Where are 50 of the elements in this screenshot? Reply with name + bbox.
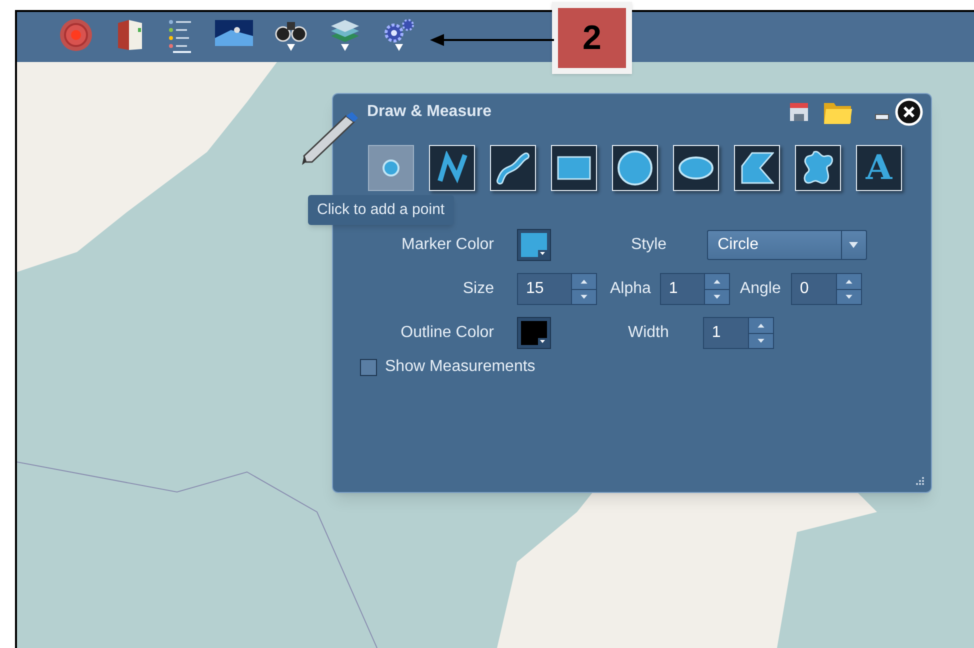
list-icon [167, 18, 193, 54]
style-dropdown[interactable]: Circle [706, 230, 867, 260]
dropdown-arrow-icon [395, 44, 403, 51]
field-label: Marker Color [400, 235, 494, 255]
gears-icon [383, 18, 415, 44]
text-tool-glyph: A [866, 151, 892, 185]
width-spinner[interactable]: 1 [702, 317, 774, 349]
dropdown-value: Circle [716, 235, 760, 255]
circle-icon [617, 150, 653, 186]
angle-spinner[interactable]: 0 [790, 273, 862, 305]
dropdown-arrow-icon [538, 250, 547, 257]
rectangle-icon [557, 156, 591, 180]
point-icon [382, 159, 400, 177]
checkbox[interactable] [360, 358, 377, 376]
save-icon[interactable] [789, 102, 809, 122]
spinner-value: 1 [710, 323, 722, 343]
toolbar-button[interactable] [215, 18, 253, 48]
alpha-spinner[interactable]: 1 [660, 273, 730, 305]
field-label: Width [628, 323, 669, 343]
polygon-icon [740, 152, 774, 184]
dropdown-arrow-icon [538, 338, 547, 345]
dropdown-arrow-icon [341, 44, 349, 51]
callout-number: 2 [582, 18, 602, 58]
checkbox-label: Show Measurements [385, 357, 536, 377]
ellipse-icon [678, 156, 714, 180]
toolbar-button[interactable] [383, 18, 415, 51]
close-icon[interactable] [895, 98, 923, 126]
target-icon [59, 18, 93, 52]
draw-tool-button[interactable]: A [856, 145, 902, 191]
field-label: Alpha [610, 279, 651, 299]
field-label: Outline Color [400, 323, 494, 343]
curve-icon [496, 151, 530, 185]
layers-icon [329, 18, 361, 44]
field-label: Size [462, 279, 494, 299]
resize-grip-icon[interactable] [915, 476, 925, 486]
dropdown-arrow-icon [287, 44, 295, 51]
size-spinner[interactable]: 15 [517, 273, 597, 305]
spinner-value: 1 [668, 279, 679, 299]
panel-title: Draw & Measure [367, 102, 492, 122]
pencil-icon [302, 110, 360, 166]
dropdown-arrow-icon [849, 242, 858, 248]
book-icon [115, 18, 145, 52]
polyline-icon [435, 151, 469, 185]
spinner-value: 15 [525, 279, 545, 299]
satellite-image-icon [215, 18, 253, 48]
field-label: Style [631, 235, 667, 255]
tooltip-text: Click to add a point [317, 200, 445, 220]
spinner-value: 0 [798, 279, 810, 299]
minimize-icon[interactable] [875, 114, 889, 120]
field-label: Angle [740, 279, 781, 299]
